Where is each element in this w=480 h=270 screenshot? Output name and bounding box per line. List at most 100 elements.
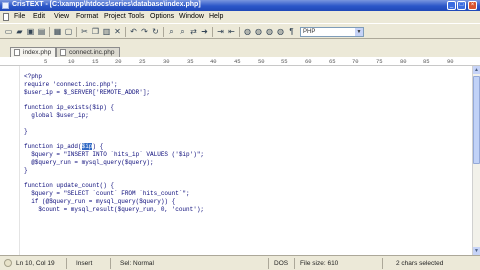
- ruler-mark: 15: [92, 58, 99, 65]
- ruler-mark: 80: [400, 58, 407, 65]
- document-tabs: index.php connect.inc.php: [0, 39, 480, 57]
- status-separator: [294, 258, 295, 269]
- menu-window[interactable]: Window: [179, 13, 204, 20]
- toolbar-separator: [212, 27, 213, 37]
- bookmark-clear-icon[interactable]: ◍: [276, 27, 285, 36]
- menu-help[interactable]: Help: [209, 13, 223, 20]
- status-separator: [268, 258, 269, 269]
- print-icon[interactable]: ▦: [53, 27, 62, 36]
- preview-icon[interactable]: ▢: [64, 27, 73, 36]
- save-all-icon[interactable]: ▤: [37, 27, 46, 36]
- tab-label: connect.inc.php: [69, 49, 115, 56]
- ruler-mark: 10: [68, 58, 75, 65]
- ruler-mark: 75: [376, 58, 383, 65]
- copy-icon[interactable]: ❐: [91, 27, 100, 36]
- ruler-mark: 70: [352, 58, 359, 65]
- ruler-mark: 35: [187, 58, 194, 65]
- ruler-mark: 5: [44, 58, 48, 65]
- ruler-mark: 60: [305, 58, 312, 65]
- toolbar-separator: [76, 27, 77, 37]
- menu-view[interactable]: View: [54, 13, 69, 20]
- text-selection[interactable]: $ip: [81, 143, 93, 151]
- code-line: function update_count() {: [24, 182, 115, 190]
- php-file-icon: [14, 49, 20, 56]
- find-next-icon[interactable]: ⌕: [178, 27, 187, 36]
- scroll-up-icon[interactable]: ▲: [473, 66, 480, 74]
- menu-bar: File Edit View Format Project Tools Opti…: [0, 11, 480, 23]
- close-button[interactable]: ×: [468, 1, 477, 10]
- menu-format[interactable]: Format: [76, 13, 98, 20]
- word-wrap-icon[interactable]: ¶: [287, 27, 296, 36]
- cursor-position: Ln 10, Col 19: [16, 260, 55, 267]
- redo-icon[interactable]: ↷: [140, 27, 149, 36]
- document-icon[interactable]: [3, 13, 9, 21]
- code-line: $count = mysql_result($query_run, 0, 'co…: [24, 205, 205, 213]
- code-editor[interactable]: <?php require 'connect.inc.php'; $user_i…: [0, 66, 472, 255]
- ruler-mark: 65: [329, 58, 336, 65]
- open-folder-icon[interactable]: ▰: [15, 27, 24, 36]
- bookmark-prev-icon[interactable]: ◍: [265, 27, 274, 36]
- code-text: function ip_add(: [24, 143, 82, 151]
- code-line: function ip_exists($ip) {: [24, 104, 115, 112]
- save-icon[interactable]: ▣: [26, 27, 35, 36]
- new-file-icon[interactable]: ▭: [4, 27, 13, 36]
- bookmark-next-icon[interactable]: ◍: [254, 27, 263, 36]
- code-text: ) {: [92, 143, 104, 151]
- line-endings[interactable]: DOS: [274, 260, 288, 267]
- php-file-icon: [60, 49, 66, 56]
- find-icon[interactable]: ⌕: [167, 27, 176, 36]
- undo-icon[interactable]: ↶: [129, 27, 138, 36]
- app-icon: [2, 2, 9, 9]
- menu-options[interactable]: Options: [150, 13, 174, 20]
- selection-count: 2 chars selected: [396, 260, 444, 267]
- goto-icon[interactable]: ➜: [200, 27, 209, 36]
- maximize-button[interactable]: □: [457, 1, 466, 10]
- column-ruler: 5 10 15 20 25 30 35 40 45 50 55 60 65 70…: [0, 57, 480, 66]
- scrollbar-thumb[interactable]: [473, 76, 480, 164]
- chevron-down-icon[interactable]: ▼: [355, 28, 363, 36]
- language-select-value: PHP: [303, 29, 316, 35]
- code-line: @$query_run = mysql_query($query);: [24, 158, 154, 166]
- menu-file[interactable]: File: [14, 13, 25, 20]
- ruler-mark: 30: [163, 58, 170, 65]
- menu-tools[interactable]: Tools: [128, 13, 144, 20]
- menu-project[interactable]: Project: [104, 13, 126, 20]
- ruler-mark: 55: [281, 58, 288, 65]
- vertical-scrollbar[interactable]: ▲ ▼: [472, 66, 480, 255]
- ruler-mark: 25: [139, 58, 146, 65]
- cut-icon[interactable]: ✂: [80, 27, 89, 36]
- replace-icon[interactable]: ⇄: [189, 27, 198, 36]
- tab-index-php[interactable]: index.php: [10, 47, 57, 57]
- minimize-button[interactable]: _: [447, 1, 456, 10]
- tab-label: index.php: [23, 49, 52, 56]
- code-line: }: [24, 127, 28, 135]
- indent-icon[interactable]: ⇥: [216, 27, 225, 36]
- code-area[interactable]: <?php require 'connect.inc.php'; $user_i…: [24, 73, 204, 213]
- scroll-down-icon[interactable]: ▼: [473, 247, 480, 255]
- application-window: CrisTEXT - [C:\xampp\htdocs\series\datab…: [0, 0, 480, 270]
- status-separator: [66, 258, 67, 269]
- status-separator: [110, 258, 111, 269]
- code-line: $query = "INSERT INTO `hits_ip` VALUES (…: [24, 150, 205, 158]
- title-bar[interactable]: CrisTEXT - [C:\xampp\htdocs\series\datab…: [0, 0, 480, 11]
- delete-icon[interactable]: ✕: [113, 27, 122, 36]
- refresh-icon[interactable]: ↻: [151, 27, 160, 36]
- toolbar-separator: [239, 27, 240, 37]
- ruler-mark: 85: [423, 58, 430, 65]
- code-line-current: function ip_add($ip) {: [24, 143, 204, 151]
- bookmark-icon[interactable]: ◍: [243, 27, 252, 36]
- menu-edit[interactable]: Edit: [33, 13, 45, 20]
- toolbar: ▭ ▰ ▣ ▤ ▦ ▢ ✂ ❐ ▥ ✕ ↶ ↷ ↻ ⌕ ⌕ ⇄ ➜ ⇥ ⇤ ◍ …: [0, 23, 480, 39]
- outdent-icon[interactable]: ⇤: [227, 27, 236, 36]
- insert-mode[interactable]: Insert: [76, 260, 92, 267]
- tab-connect-inc-php[interactable]: connect.inc.php: [56, 47, 120, 57]
- paste-icon[interactable]: ▥: [102, 27, 111, 36]
- language-select[interactable]: PHP ▼: [300, 27, 364, 37]
- code-line: <?php: [24, 73, 43, 80]
- code-line: require 'connect.inc.php';: [24, 80, 118, 88]
- selection-mode[interactable]: Sel: Normal: [120, 260, 154, 267]
- ruler-mark: 90: [447, 58, 454, 65]
